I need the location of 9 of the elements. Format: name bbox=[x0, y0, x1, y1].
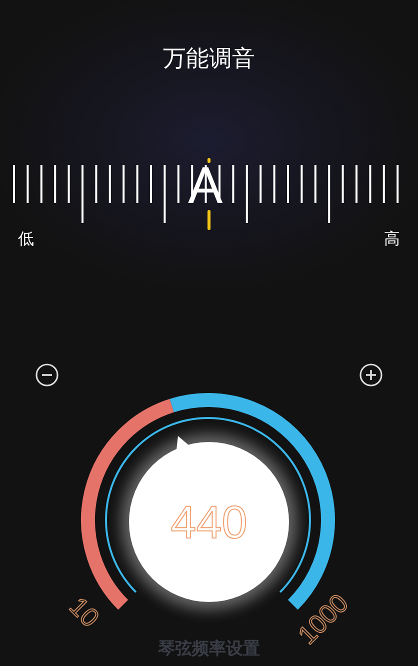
high-label: 高 bbox=[384, 229, 400, 249]
minus-button[interactable] bbox=[35, 363, 59, 387]
low-label: 低 bbox=[18, 229, 34, 249]
frequency-knob[interactable]: 440 bbox=[129, 442, 289, 602]
plus-button[interactable] bbox=[359, 363, 383, 387]
frequency-value: 440 bbox=[170, 497, 248, 547]
min-value: 10 bbox=[64, 592, 105, 632]
needle-indicator bbox=[207, 210, 211, 230]
screen-title: 万能调音 bbox=[163, 45, 255, 74]
